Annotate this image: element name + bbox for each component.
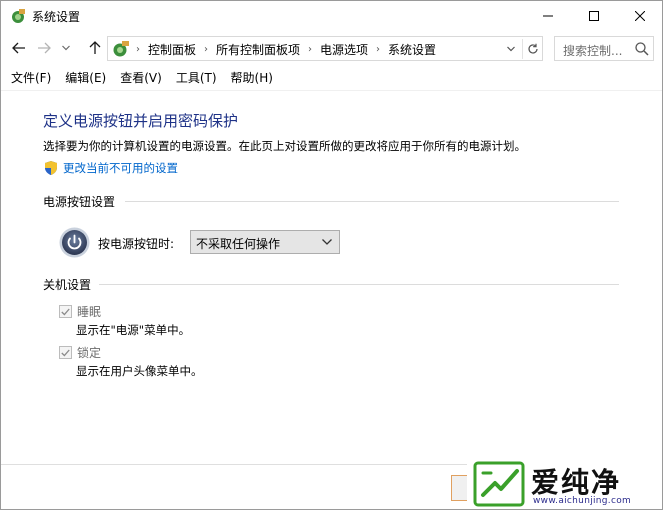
back-button[interactable]	[9, 39, 29, 57]
address-bar[interactable]: › 控制面板 › 所有控制面板项 › 电源选项 › 系统设置	[107, 36, 543, 61]
breadcrumb-separator[interactable]: ›	[376, 44, 380, 55]
sleep-label: 睡眠	[77, 305, 102, 319]
power-button-action-select[interactable]: 不采取任何操作	[190, 230, 340, 254]
uac-shield-icon	[45, 161, 57, 175]
menu-tools[interactable]: 工具(T)	[176, 67, 217, 88]
breadcrumb-separator[interactable]: ›	[204, 44, 208, 55]
menu-help[interactable]: 帮助(H)	[231, 67, 273, 88]
watermark-brand: 爱纯净	[531, 466, 622, 499]
power-button-icon	[59, 227, 90, 258]
breadcrumb-item[interactable]: 系统设置	[388, 41, 436, 58]
breadcrumb-separator[interactable]: ›	[308, 44, 312, 55]
refresh-icon	[527, 43, 538, 54]
checkmark-icon	[61, 349, 70, 357]
shutdown-section-title: 关机设置	[43, 278, 92, 292]
page-title: 定义电源按钮并启用密码保护	[43, 112, 239, 130]
arrow-up-icon	[89, 41, 101, 54]
arrow-left-icon	[12, 42, 25, 54]
chevron-down-icon	[507, 46, 515, 52]
arrow-right-icon	[38, 42, 51, 54]
page-description: 选择要为你的计算机设置的电源设置。在此页上对设置所做的更改将应用于你所有的电源计…	[43, 139, 526, 153]
sleep-description: 显示在"电源"菜单中。	[76, 323, 191, 337]
breadcrumb-item[interactable]: 电源选项	[320, 41, 368, 58]
search-placeholder: 搜索控制...	[563, 44, 623, 58]
breadcrumb-separator[interactable]: ›	[136, 44, 140, 55]
lock-description: 显示在用户头像菜单中。	[76, 364, 203, 378]
close-icon	[635, 11, 645, 21]
chevron-down-icon	[321, 236, 333, 248]
menu-view[interactable]: 查看(V)	[120, 67, 162, 88]
minimize-button[interactable]	[525, 1, 571, 31]
control-panel-window: 系统设置 › 控制面板 › 所有控制面板项 › 电源选项 › 系统设置 搜索控制…	[0, 0, 663, 510]
checkmark-icon	[61, 308, 70, 316]
power-button-label: 按电源按钮时:	[98, 237, 175, 251]
breadcrumb-item[interactable]: 所有控制面板项	[216, 41, 300, 58]
control-panel-icon	[12, 9, 25, 23]
chevron-down-icon	[62, 45, 70, 51]
lock-option[interactable]: 锁定	[59, 344, 101, 361]
address-history-button[interactable]	[504, 41, 518, 57]
navigation-bar: › 控制面板 › 所有控制面板项 › 电源选项 › 系统设置 搜索控制...	[1, 31, 662, 65]
power-button-section-title: 电源按钮设置	[43, 195, 116, 209]
main-content: 定义电源按钮并启用密码保护 选择要为你的计算机设置的电源设置。在此页上对设置所做…	[1, 92, 662, 464]
search-icon[interactable]	[634, 41, 650, 57]
section-divider	[125, 201, 619, 202]
control-panel-icon	[113, 41, 129, 57]
site-watermark: 爱纯净 www.aichunjing.com	[467, 457, 662, 509]
brand-logo-icon	[473, 461, 525, 507]
refresh-button[interactable]	[522, 39, 542, 59]
close-button[interactable]	[617, 1, 662, 31]
recent-locations-button[interactable]	[59, 39, 73, 57]
maximize-icon	[589, 11, 599, 21]
change-settings-link[interactable]: 更改当前不可用的设置	[43, 160, 178, 176]
power-button-action-value: 不采取任何操作	[196, 237, 281, 251]
change-settings-link-text[interactable]: 更改当前不可用的设置	[63, 160, 178, 176]
sleep-checkbox[interactable]	[59, 305, 72, 318]
menu-bar: 文件(F) 编辑(E) 查看(V) 工具(T) 帮助(H)	[1, 65, 662, 91]
search-box[interactable]: 搜索控制...	[554, 36, 654, 61]
lock-label: 锁定	[77, 346, 102, 360]
section-divider	[99, 284, 619, 285]
breadcrumb: › 控制面板 › 所有控制面板项 › 电源选项 › 系统设置	[136, 41, 436, 58]
window-title: 系统设置	[32, 10, 81, 24]
breadcrumb-item[interactable]: 控制面板	[148, 41, 196, 58]
menu-file[interactable]: 文件(F)	[11, 67, 51, 88]
title-bar[interactable]: 系统设置	[1, 1, 662, 31]
up-button[interactable]	[85, 39, 105, 57]
maximize-button[interactable]	[571, 1, 617, 31]
forward-button[interactable]	[34, 39, 54, 57]
menu-edit[interactable]: 编辑(E)	[65, 67, 106, 88]
minimize-icon	[543, 15, 553, 17]
lock-checkbox[interactable]	[59, 346, 72, 359]
sleep-option[interactable]: 睡眠	[59, 303, 101, 320]
watermark-url: www.aichunjing.com	[533, 496, 632, 506]
